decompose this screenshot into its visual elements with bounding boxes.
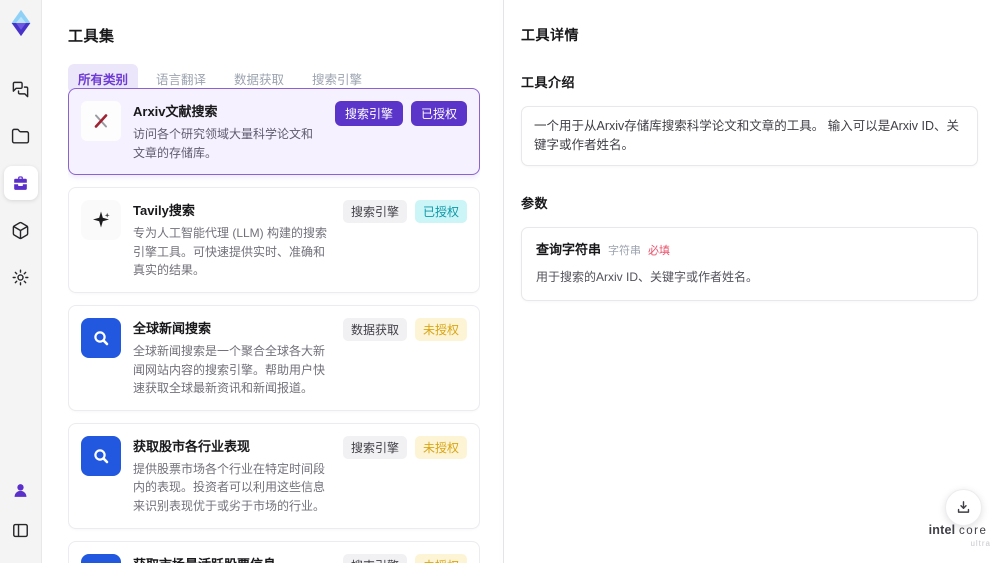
tavily-star-icon (93, 211, 110, 228)
tool-card-global-news[interactable]: 全球新闻搜索 全球新闻搜索是一个聚合全球各大新闻网站内容的搜索引擎。帮助用户快速… (68, 304, 480, 411)
sidebar-item-tools[interactable] (3, 166, 38, 200)
param-item: 查询字符串 字符串 必填 用于搜索的Arxiv ID、关键字或作者姓名。 (521, 226, 978, 301)
category-badge: 搜索引擎 (334, 101, 403, 126)
core-brand-text: core (959, 525, 988, 537)
param-required-badge: 必填 (648, 244, 671, 257)
user-avatar[interactable] (4, 473, 38, 507)
intel-brand-text: intel (928, 523, 956, 537)
auth-status-badge: 已授权 (410, 101, 467, 126)
auth-status-badge: 未授权 (414, 317, 467, 341)
category-badge: 数据获取 (342, 317, 407, 341)
download-icon (957, 501, 970, 513)
category-badge: 搜索引擎 (342, 200, 407, 224)
tool-card-tavily[interactable]: Tavily搜索 专为人工智能代理 (LLM) 构建的搜索引擎工具。可快速提供实… (68, 187, 480, 293)
toolbox-icon (14, 175, 27, 190)
stock-search-icon (94, 449, 109, 464)
auth-status-badge: 已授权 (414, 200, 467, 224)
intel-core-logo: intel core ultra (925, 523, 991, 549)
intro-heading: 工具介绍 (521, 75, 576, 90)
sidebar-item-chat[interactable] (4, 72, 38, 106)
tool-name: 获取市场最活跃股票信息 (133, 554, 331, 563)
folder-icon (11, 128, 30, 144)
tool-list-panel: 工具集 所有类别 语言翻译 数据获取 搜索引擎 Arxiv文献搜索 访问各个研究… (42, 0, 503, 563)
category-badge: 搜索引擎 (342, 553, 407, 563)
download-button[interactable] (945, 489, 982, 526)
tool-detail-panel: 工具详情 工具介绍 一个用于从Arxiv存储库搜索科学论文和文章的工具。 输入可… (504, 0, 1000, 563)
package-icon (12, 221, 29, 239)
category-badge: 搜索引擎 (342, 435, 407, 459)
icon-rail (0, 0, 42, 563)
news-search-icon (94, 331, 109, 346)
tool-description: 专为人工智能代理 (LLM) 构建的搜索引擎工具。可快速提供实时、准确和真实的结… (133, 226, 328, 278)
tool-name: Arxiv文献搜索 (133, 104, 218, 119)
user-icon (14, 483, 27, 497)
tool-name: 全球新闻搜索 (133, 320, 212, 336)
collapse-panel-button[interactable] (4, 513, 38, 547)
app-logo-icon (11, 9, 30, 37)
tool-intro-text: 一个用于从Arxiv存储库搜索科学论文和文章的工具。 输入可以是Arxiv ID… (521, 106, 978, 166)
tool-description: 全球新闻搜索是一个聚合全球各大新闻网站内容的搜索引擎。帮助用户快速获取全球最新资… (133, 343, 326, 396)
auth-status-badge: 未授权 (414, 553, 467, 563)
auth-status-badge: 未授权 (414, 435, 467, 459)
tool-description: 访问各个研究领域大量科学论文和文章的存储库。 (133, 127, 314, 160)
param-type: 字符串 (608, 244, 642, 257)
sidebar-item-settings[interactable] (4, 260, 38, 294)
sidebar-item-models[interactable] (4, 213, 38, 247)
tool-name: 获取股市各行业表现 (133, 438, 251, 454)
app-window: 工具集 所有类别 语言翻译 数据获取 搜索引擎 Arxiv文献搜索 访问各个研究… (0, 0, 1000, 563)
tool-list: Arxiv文献搜索 访问各个研究领域大量科学论文和文章的存储库。 搜索引擎 已授… (68, 88, 480, 563)
intel-series-text: ultra (970, 538, 991, 548)
tool-card-active-stocks[interactable]: 获取市场最活跃股票信息 提供当天交易量最高的股票列表，投资者可以利用这些信息来识… (68, 540, 480, 563)
gear-icon (12, 269, 29, 285)
tool-description: 提供股票市场各个行业在特定时间段内的表现。投资者可以利用这些信息来识别表现优于或… (133, 461, 326, 513)
page-title: 工具集 (68, 28, 115, 45)
panel-layout-icon (13, 523, 28, 537)
tool-card-stock-sectors[interactable]: 获取股市各行业表现 提供股票市场各个行业在特定时间段内的表现。投资者可以利用这些… (68, 422, 480, 529)
tool-card-arxiv[interactable]: Arxiv文献搜索 访问各个研究领域大量科学论文和文章的存储库。 搜索引擎 已授… (68, 88, 480, 176)
sidebar-item-files[interactable] (4, 119, 38, 153)
param-description: 用于搜索的Arxiv ID、关键字或作者姓名。 (536, 270, 759, 284)
params-heading: 参数 (521, 195, 549, 211)
param-name: 查询字符串 (536, 241, 602, 257)
chat-icon (12, 81, 29, 97)
detail-title: 工具详情 (521, 27, 579, 43)
tool-name: Tavily搜索 (133, 203, 195, 219)
arxiv-icon (94, 114, 108, 128)
